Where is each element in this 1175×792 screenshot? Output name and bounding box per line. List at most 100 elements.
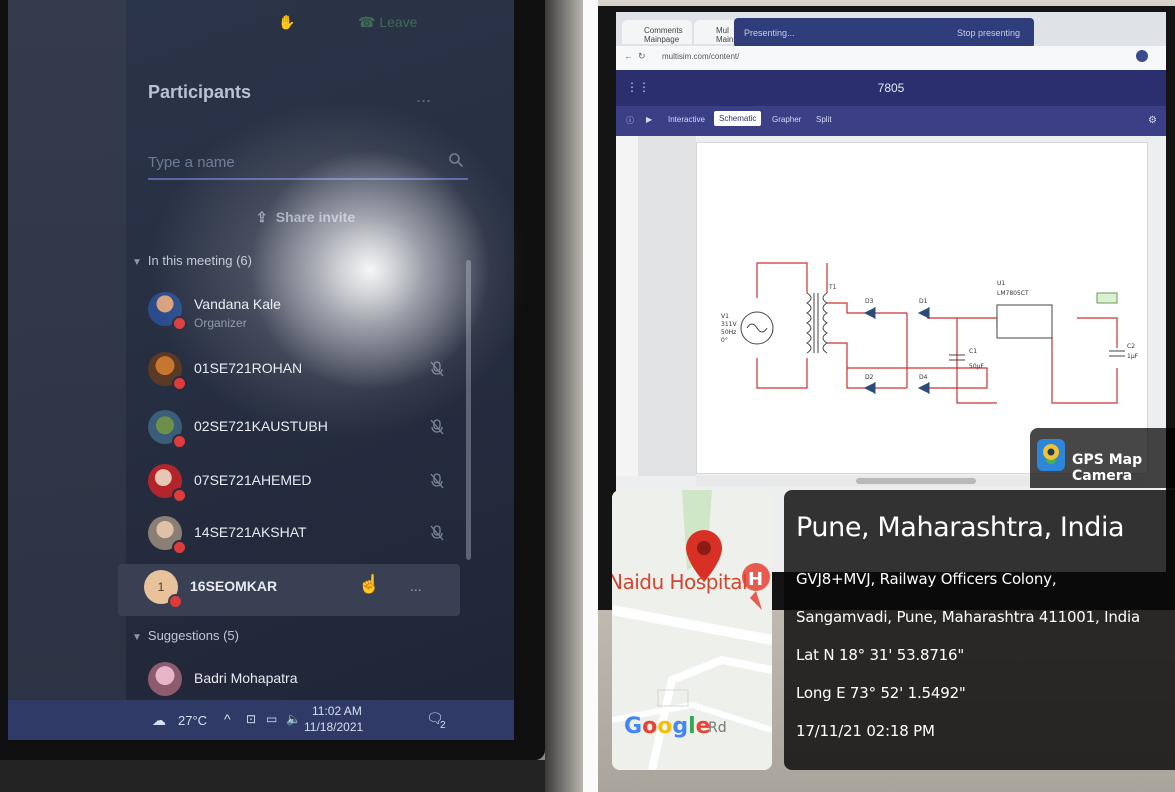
label-v1-value: 311V [721, 321, 737, 328]
status-badge [168, 594, 183, 609]
label-t1: T1 [828, 284, 837, 291]
gps-address-line-2: Sangamvadi, Pune, Maharashtra 411001, In… [796, 608, 1140, 626]
label-v1-phase: 0° [721, 337, 728, 344]
label-u1: U1 [997, 280, 1005, 287]
mic-off-icon [430, 419, 444, 435]
notification-count: 2 [440, 720, 446, 731]
participant-row[interactable]: 1 16SEOMKAR ☝ ... [118, 564, 460, 616]
participant-row[interactable]: 07SE721AHEMED [122, 458, 458, 508]
raise-hand-icon[interactable]: ✋ [278, 14, 295, 31]
chevron-down-icon: ▼ [132, 257, 142, 268]
status-badge [172, 540, 187, 555]
participant-row[interactable]: 02SE721KAUSTUBH [122, 404, 458, 454]
left-photo-teams-monitor: ✋ ☎ Leave Participants ... ⇪ Share invite… [0, 0, 583, 792]
multisim-screen: Comments Mainpage Mul Mainpage Presentin… [616, 12, 1166, 572]
address-bar[interactable]: ← ↻ multisim.com/content/ [616, 46, 1166, 71]
interactive-dropdown[interactable]: Interactive [668, 115, 705, 124]
gear-icon[interactable]: ⚙ [1148, 115, 1157, 126]
mic-off-icon [430, 361, 444, 377]
participant-name: 02SE721KAUSTUBH [194, 418, 328, 434]
monitor-icon[interactable]: ▭ [266, 712, 277, 726]
share-invite-label: Share invite [275, 209, 356, 225]
share-invite-button[interactable]: ⇪ Share invite [256, 209, 355, 226]
label-c2-value: 1µF [1127, 353, 1139, 360]
tab-split[interactable]: Split [816, 115, 832, 124]
panel-more-options-button[interactable]: ... [416, 86, 431, 107]
chevron-up-icon[interactable]: ^ [224, 711, 231, 727]
map-thumbnail: H Naidu Hospital Google Rd [612, 490, 772, 770]
back-icon[interactable]: ← [624, 51, 633, 61]
schematic-canvas[interactable]: V1 311V 50Hz 0° T1 D3 D1 D2 D4 C1 50µF U… [696, 142, 1148, 474]
status-badge [172, 434, 187, 449]
monitor-bottom-edge [0, 760, 545, 792]
canvas-margin [638, 136, 696, 476]
info-icon[interactable]: ⓘ [626, 115, 634, 126]
status-badge [172, 488, 187, 503]
chevron-down-icon: ▼ [132, 632, 142, 643]
multisim-toolbar: ⓘ ▶ Interactive Schematic Grapher Split … [616, 106, 1166, 136]
participant-row[interactable]: 01SE721ROHAN [122, 346, 458, 396]
tab-schematic[interactable]: Schematic [714, 111, 762, 126]
participant-row[interactable]: Vandana Kale Organizer [122, 286, 458, 336]
participant-row[interactable]: 14SE721AKSHAT [122, 510, 458, 560]
clock-time[interactable]: 11:02 AM [312, 704, 362, 718]
participant-search[interactable] [148, 148, 468, 180]
participant-name: Vandana Kale [194, 296, 281, 312]
tab-grapher[interactable]: Grapher [772, 115, 801, 124]
avatar [148, 662, 182, 696]
mic-off-icon [430, 473, 444, 489]
play-icon[interactable]: ▶ [646, 115, 652, 124]
label-v1-freq: 50Hz [721, 329, 736, 336]
browser-tab[interactable]: Comments Mainpage [622, 20, 692, 44]
row-more-options-button[interactable]: ... [410, 578, 422, 594]
suggestions-header[interactable]: ▼ Suggestions (5) [132, 628, 239, 643]
participant-name: 01SE721ROHAN [194, 360, 303, 376]
svg-text:H: H [748, 569, 763, 590]
label-c1-value: 50µF [969, 363, 984, 370]
participant-name: 16SEOMKAR [190, 578, 278, 594]
in-meeting-header[interactable]: ▼ In this meeting (6) [132, 253, 252, 268]
road-label: Rd [708, 720, 727, 736]
weather-icon: ☁ [152, 712, 166, 728]
gps-map-camera-icon [1037, 439, 1065, 471]
network-icon[interactable]: ⊡ [246, 712, 256, 726]
profile-avatar[interactable] [1136, 50, 1148, 62]
label-u1-part: LM7805CT [997, 290, 1029, 297]
participant-name: 07SE721AHEMED [194, 472, 312, 488]
leave-button[interactable]: ☎ Leave [358, 14, 417, 31]
component-palette[interactable] [616, 136, 639, 476]
participant-name: Badri Mohapatra [194, 670, 298, 686]
map-place-label: Naidu Hospital [612, 570, 748, 594]
volume-icon[interactable]: 🔈 [286, 712, 301, 726]
multisim-header: ⋮⋮ 7805 [616, 70, 1166, 106]
google-logo: Google [624, 714, 711, 739]
windows-taskbar: ☁ 27°C ^ ⊡ ▭ 🔈 11:02 AM 11/18/2021 🗨 2 [8, 700, 514, 740]
label-c1: C1 [969, 348, 977, 355]
circuit-title: 7805 [877, 81, 905, 95]
schematic-diagram: V1 311V 50Hz 0° T1 D3 D1 D2 D4 C1 50µF U… [721, 262, 1139, 404]
gps-city: Pune, Maharashtra, India [796, 512, 1125, 543]
gps-address-line-1: GVJ8+MVJ, Railway Officers Colony, [796, 570, 1057, 588]
status-badge [172, 376, 187, 391]
gps-latitude: Lat N 18° 31' 53.8716" [796, 646, 965, 664]
presenting-label: Presenting... [744, 28, 795, 38]
weather-text[interactable]: 27°C [178, 713, 207, 728]
gps-app-name: GPS Map Camera [1072, 452, 1143, 484]
label-d1: D1 [919, 298, 928, 305]
search-input[interactable] [148, 148, 428, 177]
gps-info-panel: Pune, Maharashtra, India GVJ8+MVJ, Railw… [784, 490, 1175, 770]
suggestion-row[interactable]: Badri Mohapatra [122, 656, 458, 706]
stop-presenting-button[interactable]: Stop presenting [957, 28, 1020, 38]
clock-date[interactable]: 11/18/2021 [304, 720, 363, 734]
url-text[interactable]: multisim.com/content/ [662, 52, 739, 61]
label-c2: C2 [1127, 343, 1135, 350]
gps-longitude: Long E 73° 52' 1.5492" [796, 684, 966, 702]
mic-off-icon [430, 525, 444, 541]
meeting-stage-edge [8, 0, 126, 700]
participant-role: Organizer [194, 316, 247, 330]
label-d4: D4 [919, 374, 928, 381]
scrollbar-thumb[interactable] [856, 478, 976, 484]
reload-icon[interactable]: ↻ [638, 51, 646, 62]
participants-scrollbar[interactable] [466, 260, 471, 560]
participants-title: Participants [148, 82, 252, 102]
